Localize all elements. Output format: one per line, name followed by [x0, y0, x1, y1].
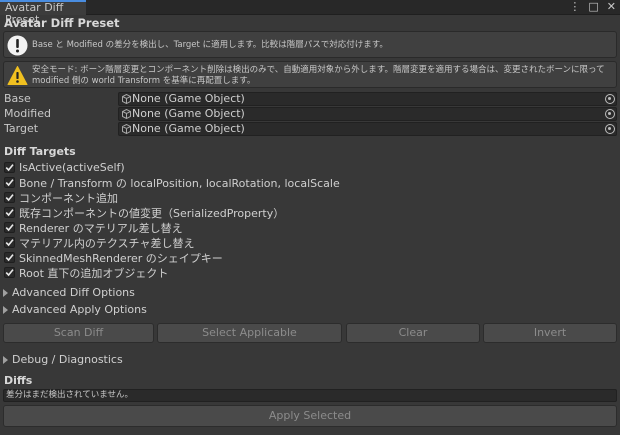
triangle-right-icon — [3, 305, 8, 314]
target-object-field[interactable]: None (Game Object) — [118, 122, 617, 136]
page-title: Avatar Diff Preset — [4, 16, 120, 30]
checkbox[interactable] — [4, 237, 15, 248]
checkbox[interactable] — [4, 162, 15, 173]
checkmark-icon — [5, 209, 14, 217]
object-picker-icon[interactable] — [605, 109, 615, 119]
select-applicable-button[interactable]: Select Applicable — [157, 323, 342, 343]
warning-helpbox: 安全モード: ボーン階層変更とコンポーネント削除は検出のみで、自動適用対象から外… — [3, 61, 617, 88]
toggle-label: Renderer のマテリアル差し替え — [19, 221, 183, 235]
toggle-label: 既存コンポーネントの値変更（SerializedProperty） — [19, 206, 285, 220]
base-object-value: None (Game Object) — [132, 92, 245, 105]
toggle-component-values[interactable]: 既存コンポーネントの値変更（SerializedProperty） — [4, 206, 285, 220]
advanced-diff-options-foldout[interactable]: Advanced Diff Options — [3, 286, 135, 299]
advanced-apply-options-foldout[interactable]: Advanced Apply Options — [3, 303, 147, 316]
object-picker-icon[interactable] — [605, 94, 615, 104]
toggle-label: マテリアル内のテクスチャ差し替え — [19, 236, 195, 250]
clear-button[interactable]: Clear — [346, 323, 480, 343]
foldout-label: Advanced Diff Options — [12, 286, 135, 299]
toggle-isactive[interactable]: IsActive(activeSelf) — [4, 161, 125, 174]
target-object-value: None (Game Object) — [132, 122, 245, 135]
window-tab-bar: Avatar Diff Preset ⋮ □ ✕ — [0, 0, 620, 26]
debug-diagnostics-foldout[interactable]: Debug / Diagnostics — [3, 353, 123, 366]
toggle-label: Bone / Transform の localPosition, localR… — [19, 176, 340, 190]
more-options-icon[interactable]: ⋮ — [569, 0, 580, 15]
toggle-shapekeys[interactable]: SkinnedMeshRenderer のシェイプキー — [4, 251, 223, 265]
triangle-right-icon — [3, 288, 8, 297]
checkbox[interactable] — [4, 177, 15, 188]
foldout-label: Debug / Diagnostics — [12, 353, 123, 366]
modified-label: Modified — [4, 107, 51, 120]
warning-help-text: 安全モード: ボーン階層変更とコンポーネント削除は検出のみで、自動適用対象から外… — [32, 65, 605, 86]
toggle-material-texture[interactable]: マテリアル内のテクスチャ差し替え — [4, 236, 195, 250]
warning-icon — [7, 66, 28, 85]
base-object-field[interactable]: None (Game Object) — [118, 92, 617, 106]
foldout-label: Advanced Apply Options — [12, 303, 147, 316]
scan-diff-button[interactable]: Scan Diff — [3, 323, 154, 343]
checkmark-icon — [5, 164, 14, 172]
toggle-root-objects[interactable]: Root 直下の追加オブジェクト — [4, 266, 169, 280]
checkbox[interactable] — [4, 192, 15, 203]
diff-targets-title: Diff Targets — [4, 145, 76, 158]
checkmark-icon — [5, 179, 14, 187]
toggle-renderer-material[interactable]: Renderer のマテリアル差し替え — [4, 221, 183, 235]
gameobject-icon — [122, 94, 131, 104]
checkbox[interactable] — [4, 207, 15, 218]
checkmark-icon — [5, 239, 14, 247]
modified-object-value: None (Game Object) — [132, 107, 245, 120]
base-label: Base — [4, 92, 31, 105]
triangle-right-icon — [3, 355, 8, 364]
info-help-text: Base と Modified の差分を検出し、Target に適用します。比較… — [32, 40, 388, 50]
toggle-label: Root 直下の追加オブジェクト — [19, 266, 169, 280]
close-icon[interactable]: ✕ — [607, 0, 616, 15]
diffs-status: 差分はまだ検出されていません。 — [3, 389, 617, 402]
maximize-icon[interactable]: □ — [588, 0, 598, 15]
gameobject-icon — [122, 109, 131, 119]
target-field-row: Target None (Game Object) — [4, 122, 617, 136]
diffs-title: Diffs — [4, 374, 33, 387]
toggle-label: コンポーネント追加 — [19, 191, 118, 205]
checkmark-icon — [5, 224, 14, 232]
modified-object-field[interactable]: None (Game Object) — [118, 107, 617, 121]
checkbox[interactable] — [4, 222, 15, 233]
invert-button[interactable]: Invert — [483, 323, 617, 343]
gameobject-icon — [122, 124, 131, 134]
checkmark-icon — [5, 194, 14, 202]
toggle-label: SkinnedMeshRenderer のシェイプキー — [19, 251, 223, 265]
window-tab[interactable]: Avatar Diff Preset — [0, 0, 86, 26]
toggle-label: IsActive(activeSelf) — [19, 161, 125, 174]
toggle-component-add[interactable]: コンポーネント追加 — [4, 191, 118, 205]
base-field-row: Base None (Game Object) — [4, 92, 617, 106]
checkbox[interactable] — [4, 252, 15, 263]
checkmark-icon — [5, 254, 14, 262]
apply-selected-button[interactable]: Apply Selected — [3, 405, 617, 427]
modified-field-row: Modified None (Game Object) — [4, 107, 617, 121]
checkbox[interactable] — [4, 267, 15, 278]
info-icon — [7, 35, 28, 56]
toggle-transform[interactable]: Bone / Transform の localPosition, localR… — [4, 176, 340, 190]
object-picker-icon[interactable] — [605, 124, 615, 134]
target-label: Target — [4, 122, 39, 135]
info-helpbox: Base と Modified の差分を検出し、Target に適用します。比較… — [3, 31, 617, 58]
checkmark-icon — [5, 269, 14, 277]
